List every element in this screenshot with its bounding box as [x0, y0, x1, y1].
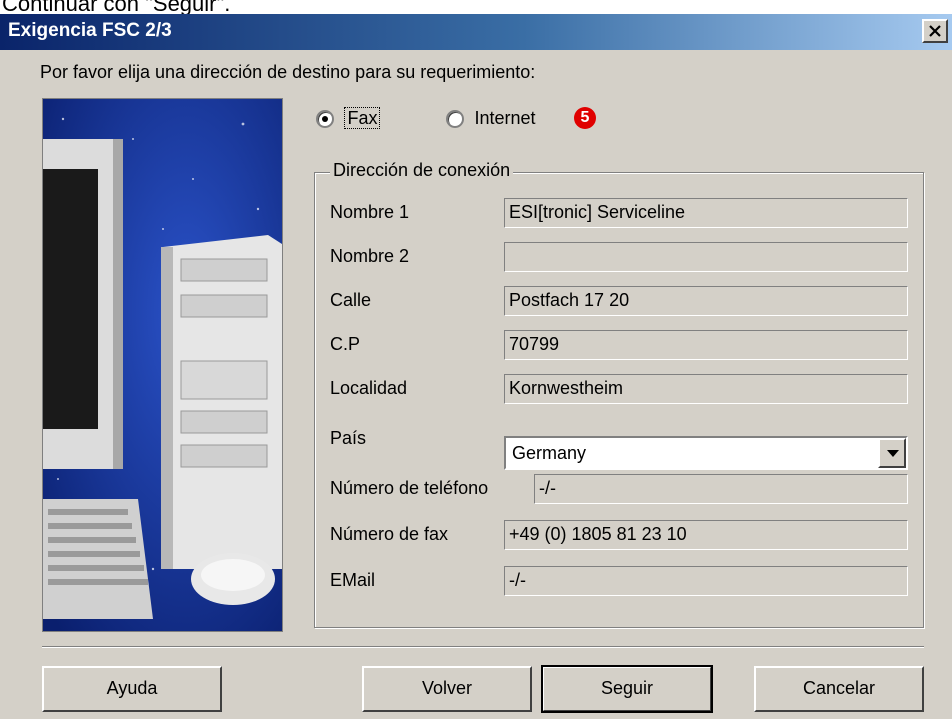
- label-cp: C.P: [330, 334, 361, 354]
- field-cp: 70799: [504, 330, 908, 360]
- radio-fax[interactable]: Fax: [316, 107, 381, 129]
- step-number-badge: 5: [574, 107, 596, 129]
- close-button[interactable]: [922, 19, 948, 43]
- radio-fax-circle[interactable]: [316, 109, 334, 128]
- next-button[interactable]: Seguir: [541, 665, 713, 713]
- help-button[interactable]: Ayuda: [42, 666, 222, 712]
- prompt-text: Por favor elija una dirección de destino…: [40, 62, 536, 82]
- label-telefono: Número de teléfono: [330, 478, 489, 498]
- radio-internet-circle[interactable]: [446, 109, 464, 128]
- back-button[interactable]: Volver: [362, 666, 532, 712]
- radio-internet-label: Internet: [474, 108, 536, 128]
- connection-legend: Dirección de conexión: [330, 160, 514, 181]
- label-pais-text: País: [330, 428, 367, 448]
- field-email: -/-: [504, 566, 908, 596]
- field-telefono: -/-: [534, 474, 908, 504]
- label-nombre-1: Nombre 1: [330, 202, 410, 222]
- separator-line: [42, 646, 924, 648]
- radio-fax-label: Fax: [344, 107, 381, 129]
- caption-fragment: Continuar con "Seguir".: [0, 0, 952, 14]
- field-fax: +49 (0) 1805 81 23 10: [504, 520, 908, 550]
- window-title: Exigencia FSC 2/3: [8, 20, 172, 41]
- chevron-down-icon[interactable]: [878, 438, 906, 468]
- label-email: EMail: [330, 570, 376, 590]
- field-nombre-1: ESI[tronic] Serviceline: [504, 198, 908, 228]
- country-select-value: Germany: [512, 443, 587, 463]
- field-nombre-2: [504, 242, 908, 272]
- cancel-button[interactable]: Cancelar: [754, 666, 924, 712]
- label-calle: Calle: [330, 290, 372, 310]
- radio-internet[interactable]: Internet: [446, 108, 536, 129]
- computer-illustration: [42, 98, 283, 632]
- label-pais: País: [330, 428, 366, 449]
- label-nombre-2: Nombre 2: [330, 246, 410, 266]
- field-calle: Postfach 17 20: [504, 286, 908, 316]
- title-bar[interactable]: Exigencia FSC 2/3: [0, 14, 952, 50]
- label-fax: Número de fax: [330, 524, 449, 544]
- label-localidad: Localidad: [330, 378, 408, 398]
- field-localidad: Kornwestheim: [504, 374, 908, 404]
- close-icon: [929, 25, 941, 37]
- country-select[interactable]: Germany: [504, 436, 908, 470]
- dialog-window: Exigencia FSC 2/3 Por favor elija una di…: [0, 14, 952, 719]
